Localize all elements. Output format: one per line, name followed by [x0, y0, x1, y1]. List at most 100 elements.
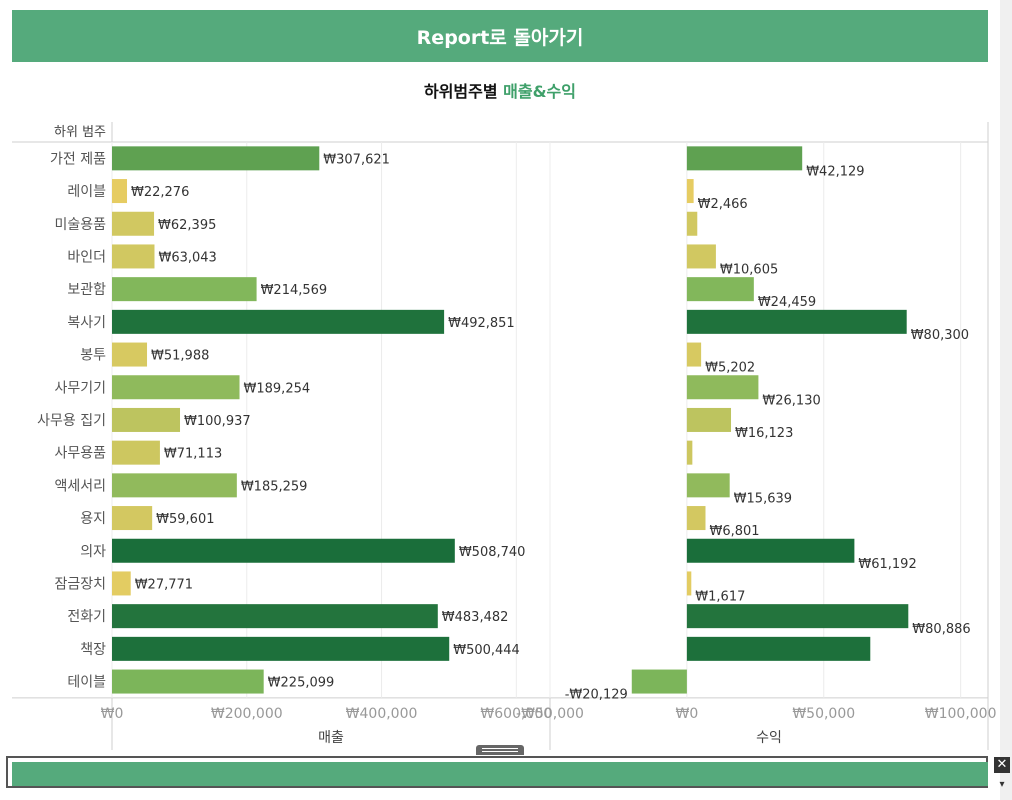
category-label: 의자	[80, 544, 106, 560]
bar-sales	[112, 571, 131, 596]
category-label: 전화기	[67, 609, 106, 625]
category-label: 사무용 집기	[37, 413, 106, 429]
bar-sales	[112, 407, 181, 432]
data-label: ₩185,259	[241, 479, 308, 494]
bar-sales	[112, 440, 160, 465]
bar-profit	[686, 342, 702, 367]
x-tick-label: ₩200,000	[211, 706, 283, 722]
bar-sales	[112, 506, 153, 531]
data-label: ₩80,886	[912, 622, 970, 637]
resize-handle[interactable]	[476, 745, 524, 755]
data-label: ₩225,099	[268, 676, 335, 691]
bar-sales	[112, 636, 450, 661]
x-axis-label: 매출	[318, 730, 344, 746]
bar-profit	[686, 211, 698, 236]
x-tick-label: ₩0	[101, 706, 124, 722]
category-label: 보관함	[67, 282, 106, 298]
back-to-report-button[interactable]: Report로 돌아가기	[12, 10, 988, 62]
bar-sales	[112, 244, 155, 269]
data-label: ₩71,113	[164, 447, 222, 462]
chart-title-prefix: 하위범주별	[423, 82, 504, 101]
bar-profit	[686, 440, 693, 465]
category-label: 봉투	[80, 348, 106, 364]
bar-profit	[686, 506, 706, 531]
data-label: ₩100,937	[184, 414, 251, 429]
bar-sales	[112, 309, 445, 334]
bar-sales	[112, 669, 264, 694]
scrollbar-track[interactable]	[1000, 0, 1012, 800]
category-label: 잠금장치	[54, 576, 106, 592]
data-label: -₩20,129	[565, 688, 628, 703]
data-label: ₩492,851	[448, 316, 515, 331]
x-tick-label: ₩0	[676, 706, 699, 722]
bar-sales	[112, 604, 438, 629]
close-icon[interactable]: ✕	[994, 757, 1010, 773]
bar-profit	[686, 473, 730, 498]
data-label: ₩51,988	[151, 349, 209, 364]
category-label: 바인더	[67, 249, 106, 265]
bar-profit	[686, 146, 803, 171]
category-label: 가전 제품	[50, 151, 106, 167]
data-label: ₩15,639	[734, 491, 792, 506]
data-label: ₩26,130	[762, 393, 820, 408]
bar-profit	[686, 309, 907, 334]
category-label: 레이블	[67, 184, 106, 200]
data-label: ₩10,605	[720, 262, 778, 277]
bar-profit	[686, 179, 694, 204]
x-tick-label: ₩100,000	[925, 706, 997, 722]
data-label: ₩22,276	[131, 185, 189, 200]
data-label: ₩5,202	[705, 361, 755, 376]
data-label: ₩63,043	[158, 250, 216, 265]
category-label: 테이블	[67, 675, 106, 691]
data-label: ₩62,395	[158, 218, 216, 233]
category-label: 액세서리	[54, 478, 106, 494]
bar-sales	[112, 538, 455, 563]
bottom-bar	[12, 762, 988, 786]
category-label: 복사기	[67, 315, 106, 331]
bar-profit	[686, 538, 855, 563]
bar-sales	[112, 277, 257, 302]
row-header-label: 하위 범주	[54, 125, 106, 140]
bar-sales	[112, 179, 128, 204]
data-label: ₩16,123	[735, 426, 793, 441]
data-label: ₩6,801	[709, 524, 759, 539]
bar-profit	[631, 669, 687, 694]
data-label: ₩61,192	[858, 557, 916, 572]
data-label: ₩24,459	[758, 295, 816, 310]
data-label: ₩1,617	[695, 589, 745, 604]
data-label: ₩2,466	[698, 197, 748, 212]
bar-profit	[686, 571, 692, 596]
bar-profit	[686, 636, 871, 661]
data-label: ₩214,569	[261, 283, 328, 298]
data-label: ₩500,444	[453, 643, 520, 658]
data-label: ₩189,254	[244, 381, 311, 396]
category-label: 사무용품	[54, 446, 106, 462]
data-label: ₩27,771	[135, 577, 193, 592]
bar-profit	[686, 375, 759, 400]
chevron-down-icon[interactable]: ▾	[994, 778, 1010, 792]
data-label: ₩508,740	[459, 545, 526, 560]
x-axis-label: 수익	[756, 730, 782, 746]
bar-profit	[686, 277, 754, 302]
category-label: 미술용품	[54, 217, 106, 233]
bar-sales	[112, 146, 320, 171]
category-label: 용지	[80, 511, 106, 527]
chart-title-accent: 매출&수익	[503, 82, 576, 101]
chart-title: 하위범주별 매출&수익	[0, 78, 1000, 102]
bar-sales	[112, 473, 237, 498]
bar-profit	[686, 407, 732, 432]
data-label: ₩80,300	[911, 328, 969, 343]
data-label: ₩42,129	[806, 164, 864, 179]
x-tick-label: ₩50,000	[792, 706, 855, 722]
data-label: ₩307,621	[323, 152, 390, 167]
bar-profit	[686, 244, 716, 269]
category-label: 사무기기	[54, 380, 106, 396]
chart: 하위 범주₩0 ₩200,000 ₩400,000 ₩600,000매출-₩50,00…	[12, 122, 997, 750]
bar-sales	[112, 375, 240, 400]
x-tick-label: ₩400,000	[346, 706, 418, 722]
x-tick-label: -₩50,000	[516, 706, 584, 722]
bar-sales	[112, 211, 155, 236]
data-label: ₩59,601	[156, 512, 214, 527]
bar-profit	[686, 604, 909, 629]
category-label: 책장	[80, 642, 106, 658]
